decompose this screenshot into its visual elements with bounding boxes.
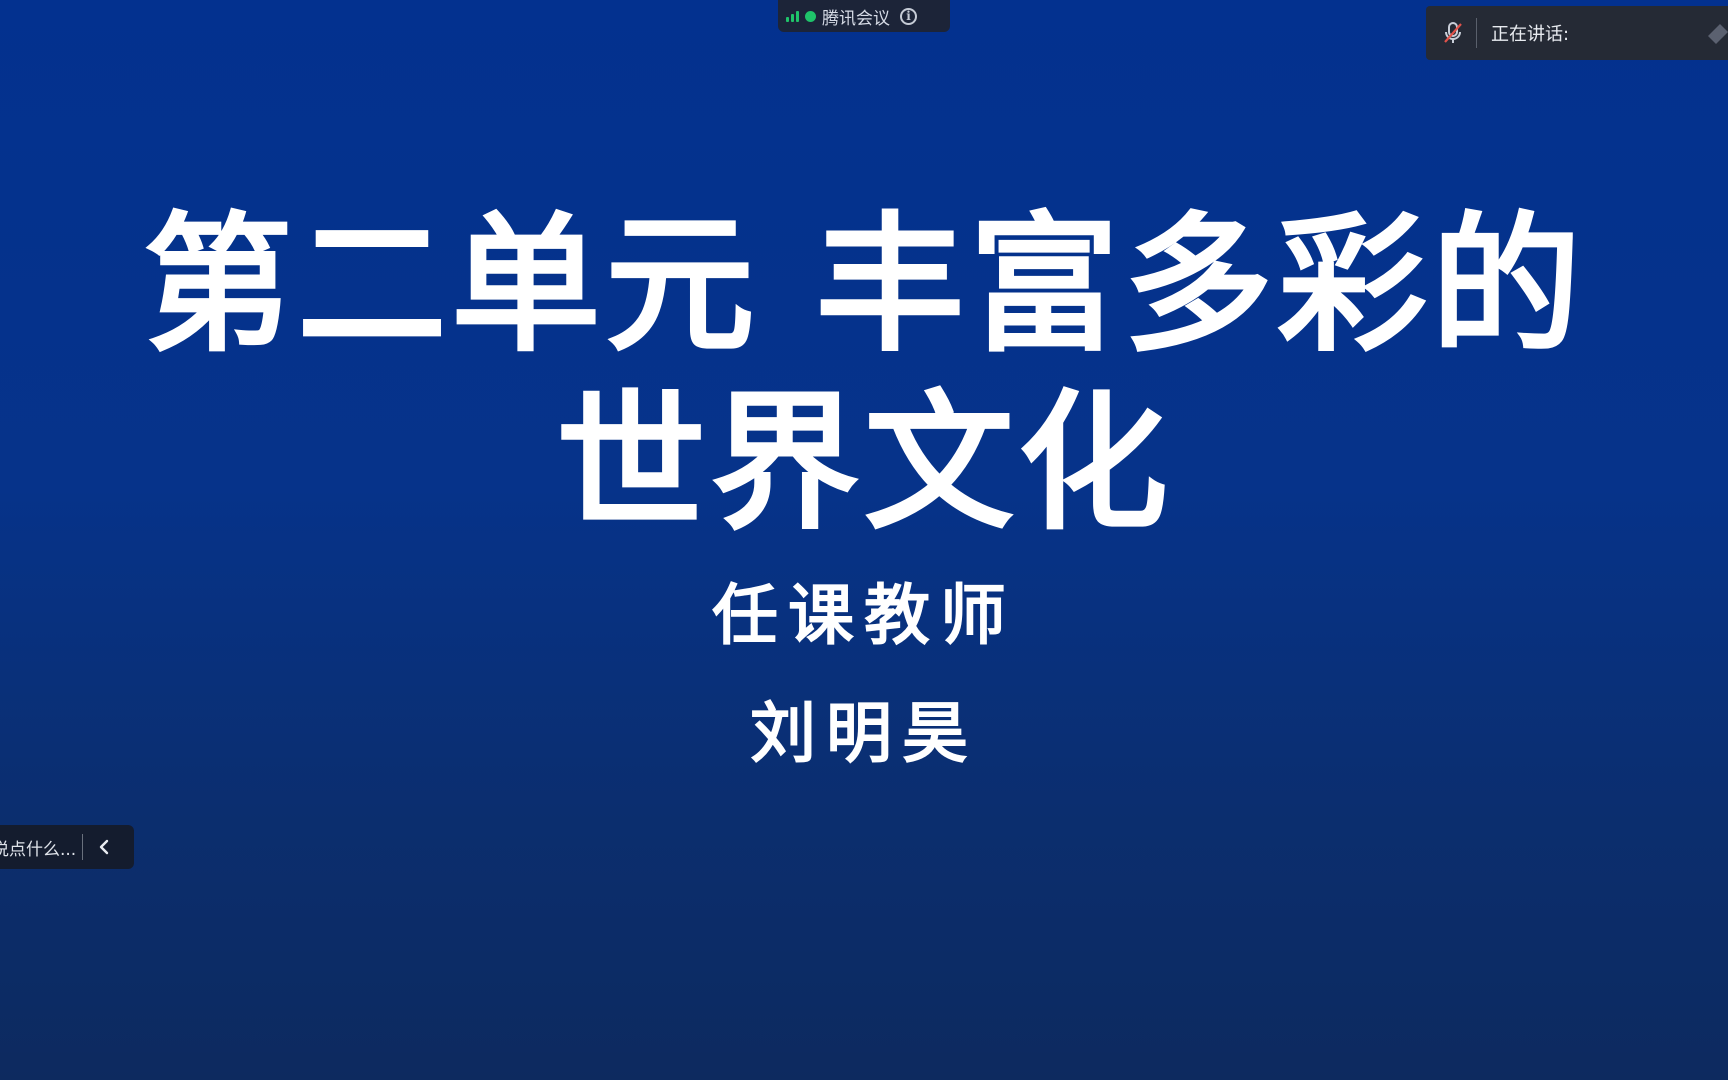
slide-title-line-2: 世界文化 — [555, 375, 1172, 551]
chat-divider — [82, 834, 83, 860]
chat-bar[interactable]: 说点什么... — [0, 825, 134, 869]
signal-bars-icon — [786, 10, 799, 22]
meeting-info-badge[interactable]: 腾讯会议 i — [778, 0, 950, 32]
presentation-slide: 第二单元 丰富多彩的 世界文化 任课教师 刘明昊 — [0, 0, 1728, 1080]
panel-divider — [1476, 18, 1477, 48]
chevron-left-icon[interactable] — [91, 832, 117, 862]
teacher-label: 任课教师 — [712, 576, 1016, 654]
mic-muted-icon[interactable] — [1440, 20, 1466, 46]
speaking-label: 正在讲话: — [1491, 24, 1570, 45]
speaking-panel: 正在讲话: — [1426, 6, 1728, 60]
chat-input[interactable]: 说点什么... — [0, 835, 78, 860]
connection-status-dot — [805, 10, 816, 22]
drag-handle-icon[interactable] — [1706, 22, 1728, 46]
teacher-name: 刘明昊 — [750, 694, 978, 772]
slide-title-line-1: 第二单元 丰富多彩的 — [142, 197, 1586, 373]
meeting-app-name: 腾讯会议 — [822, 8, 890, 29]
info-icon[interactable]: i — [900, 7, 917, 25]
